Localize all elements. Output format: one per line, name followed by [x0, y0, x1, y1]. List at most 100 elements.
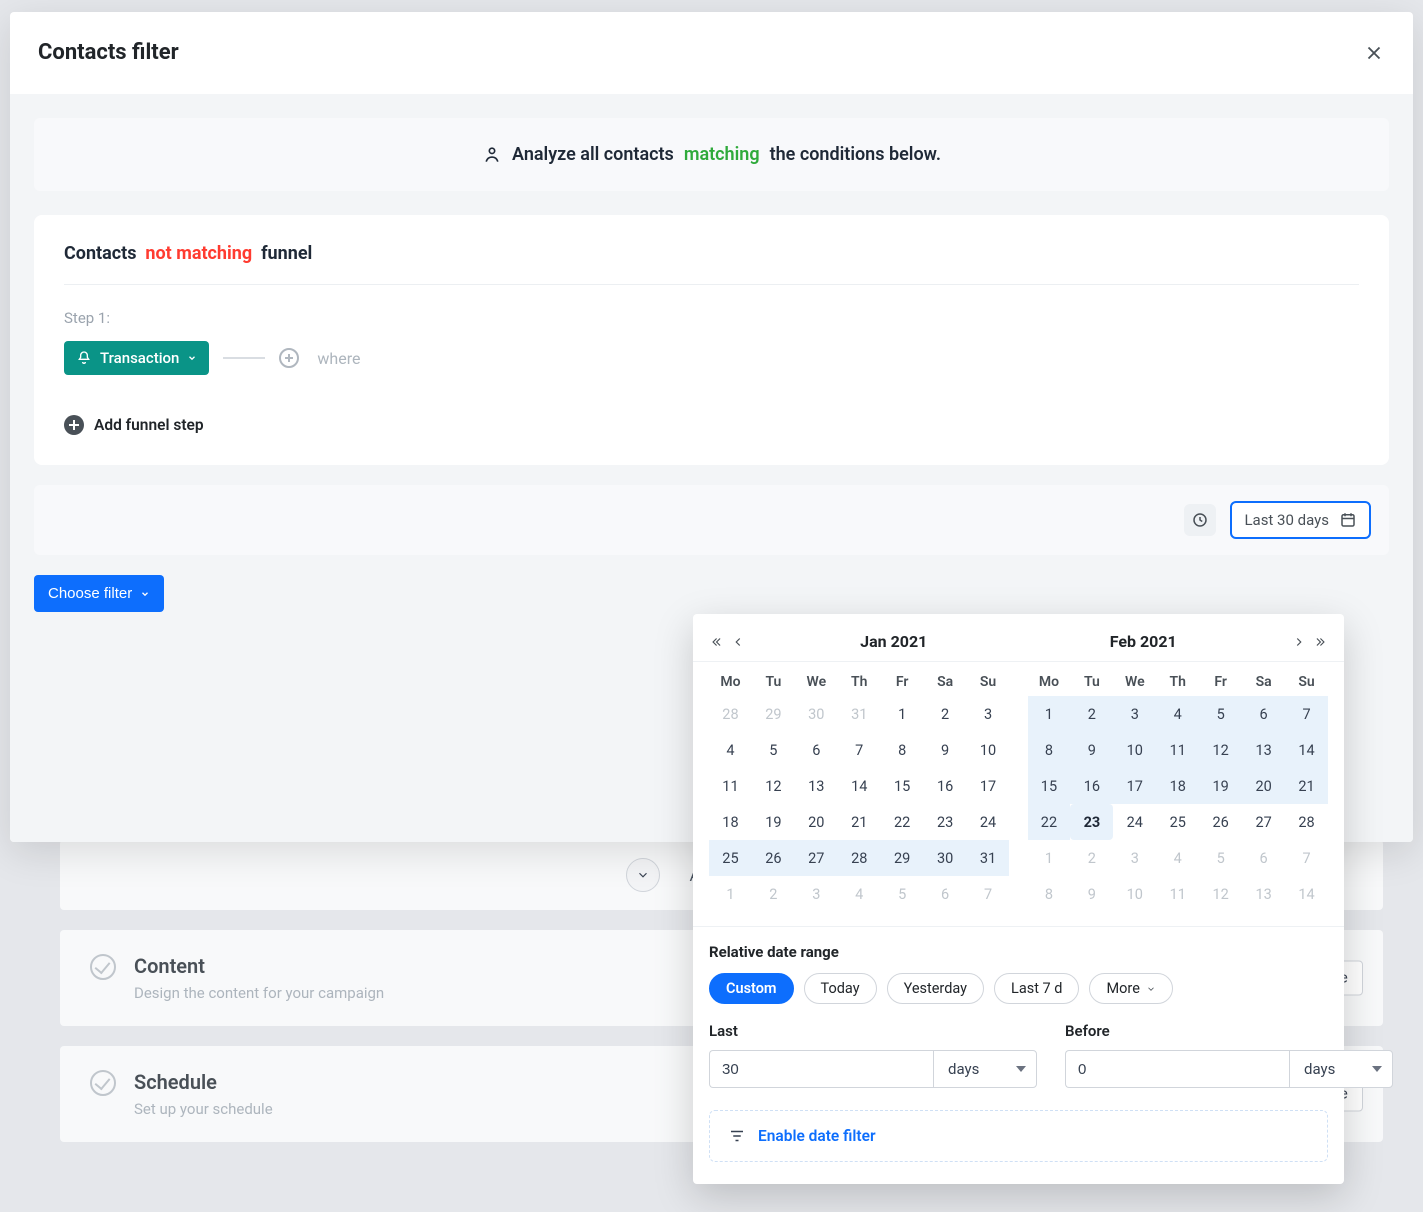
calendar-day[interactable]: 19: [1199, 768, 1242, 804]
calendar-day[interactable]: 7: [967, 876, 1010, 912]
pill-yesterday[interactable]: Yesterday: [887, 973, 984, 1004]
calendar-day[interactable]: 9: [924, 732, 967, 768]
add-condition-button[interactable]: [279, 348, 299, 368]
calendar-day[interactable]: 7: [1285, 840, 1328, 876]
pill-last-7d[interactable]: Last 7 d: [994, 973, 1079, 1004]
banner-text-matching[interactable]: matching: [684, 144, 760, 165]
calendar-day[interactable]: 23: [924, 804, 967, 840]
calendar-day[interactable]: 5: [752, 732, 795, 768]
calendar-day[interactable]: 20: [1242, 768, 1285, 804]
calendar-day[interactable]: 3: [1113, 840, 1156, 876]
calendar-day[interactable]: 6: [1242, 840, 1285, 876]
calendar-day[interactable]: 28: [709, 696, 752, 732]
calendar-day[interactable]: 24: [967, 804, 1010, 840]
calendar-day[interactable]: 11: [709, 768, 752, 804]
calendar-day[interactable]: 27: [1242, 804, 1285, 840]
chevron-right-icon[interactable]: [1292, 635, 1306, 649]
calendar-day[interactable]: 17: [967, 768, 1010, 804]
calendar-day[interactable]: 13: [795, 768, 838, 804]
calendar-day[interactable]: 27: [795, 840, 838, 876]
calendar-day[interactable]: 5: [1199, 840, 1242, 876]
calendar-day[interactable]: 7: [838, 732, 881, 768]
calendar-day[interactable]: 29: [752, 696, 795, 732]
calendar-day[interactable]: 6: [795, 732, 838, 768]
last-unit-select[interactable]: days: [933, 1050, 1037, 1088]
calendar-day[interactable]: 26: [752, 840, 795, 876]
calendar-day[interactable]: 1: [881, 696, 924, 732]
calendar-day[interactable]: 24: [1113, 804, 1156, 840]
calendar-day[interactable]: 8: [1028, 876, 1071, 912]
calendar-day[interactable]: 4: [1156, 840, 1199, 876]
calendar-day[interactable]: 2: [752, 876, 795, 912]
chevron-left-icon[interactable]: [731, 635, 745, 649]
calendar-day[interactable]: 10: [1113, 732, 1156, 768]
date-range-button[interactable]: Last 30 days: [1230, 501, 1371, 539]
calendar-day[interactable]: 7: [1285, 696, 1328, 732]
calendar-day[interactable]: 28: [1285, 804, 1328, 840]
pill-today[interactable]: Today: [804, 973, 877, 1004]
calendar-day[interactable]: 3: [795, 876, 838, 912]
last-input[interactable]: [709, 1050, 933, 1088]
calendar-day[interactable]: 2: [924, 696, 967, 732]
calendar-day[interactable]: 20: [795, 804, 838, 840]
calendar-day[interactable]: 6: [924, 876, 967, 912]
calendar-day[interactable]: 18: [709, 804, 752, 840]
calendar-day[interactable]: 13: [1242, 732, 1285, 768]
calendar-day[interactable]: 9: [1070, 732, 1113, 768]
calendar-day[interactable]: 30: [795, 696, 838, 732]
calendar-day[interactable]: 25: [1156, 804, 1199, 840]
calendar-day[interactable]: 4: [838, 876, 881, 912]
close-icon[interactable]: [1363, 42, 1385, 64]
add-funnel-step[interactable]: Add funnel step: [64, 415, 1359, 435]
transaction-chip[interactable]: Transaction: [64, 341, 209, 375]
calendar-day[interactable]: 5: [881, 876, 924, 912]
calendar-day[interactable]: 2: [1070, 696, 1113, 732]
calendar-day[interactable]: 5: [1199, 696, 1242, 732]
calendar-day[interactable]: 31: [838, 696, 881, 732]
pill-more[interactable]: More: [1089, 973, 1172, 1004]
pill-custom[interactable]: Custom: [709, 973, 794, 1004]
calendar-day[interactable]: 30: [924, 840, 967, 876]
calendar-day[interactable]: 10: [1113, 876, 1156, 912]
calendar-day[interactable]: 11: [1156, 732, 1199, 768]
calendar-day[interactable]: 16: [924, 768, 967, 804]
calendar-day[interactable]: 15: [1028, 768, 1071, 804]
calendar-day[interactable]: 8: [881, 732, 924, 768]
calendar-day[interactable]: 28: [838, 840, 881, 876]
calendar-day[interactable]: 3: [1113, 696, 1156, 732]
calendar-day[interactable]: 22: [1028, 804, 1071, 840]
calendar-day[interactable]: 8: [1028, 732, 1071, 768]
advanced-options-toggle[interactable]: [626, 858, 660, 892]
calendar-day[interactable]: 16: [1070, 768, 1113, 804]
calendar-day[interactable]: 21: [1285, 768, 1328, 804]
double-chevron-left-icon[interactable]: [709, 635, 723, 649]
calendar-day[interactable]: 9: [1070, 876, 1113, 912]
before-unit-select[interactable]: days: [1289, 1050, 1393, 1088]
calendar-day[interactable]: 6: [1242, 696, 1285, 732]
calendar-day[interactable]: 1: [709, 876, 752, 912]
choose-filter-button[interactable]: Choose filter: [34, 575, 164, 612]
calendar-day[interactable]: 10: [967, 732, 1010, 768]
calendar-day[interactable]: 14: [1285, 876, 1328, 912]
calendar-day[interactable]: 15: [881, 768, 924, 804]
calendar-day[interactable]: 31: [967, 840, 1010, 876]
calendar-day[interactable]: 19: [752, 804, 795, 840]
double-chevron-right-icon[interactable]: [1314, 635, 1328, 649]
calendar-day[interactable]: 11: [1156, 876, 1199, 912]
calendar-day[interactable]: 12: [1199, 876, 1242, 912]
enable-date-filter[interactable]: Enable date filter: [709, 1110, 1328, 1162]
calendar-day[interactable]: 13: [1242, 876, 1285, 912]
before-input[interactable]: [1065, 1050, 1289, 1088]
calendar-day[interactable]: 2: [1070, 840, 1113, 876]
calendar-day[interactable]: 4: [709, 732, 752, 768]
calendar-day[interactable]: 23: [1070, 804, 1113, 840]
calendar-day[interactable]: 21: [838, 804, 881, 840]
calendar-day[interactable]: 3: [967, 696, 1010, 732]
calendar-day[interactable]: 1: [1028, 840, 1071, 876]
calendar-day[interactable]: 14: [838, 768, 881, 804]
calendar-day[interactable]: 22: [881, 804, 924, 840]
calendar-day[interactable]: 1: [1028, 696, 1071, 732]
calendar-day[interactable]: 29: [881, 840, 924, 876]
funnel-title-not-matching[interactable]: not matching: [145, 243, 252, 264]
calendar-day[interactable]: 26: [1199, 804, 1242, 840]
